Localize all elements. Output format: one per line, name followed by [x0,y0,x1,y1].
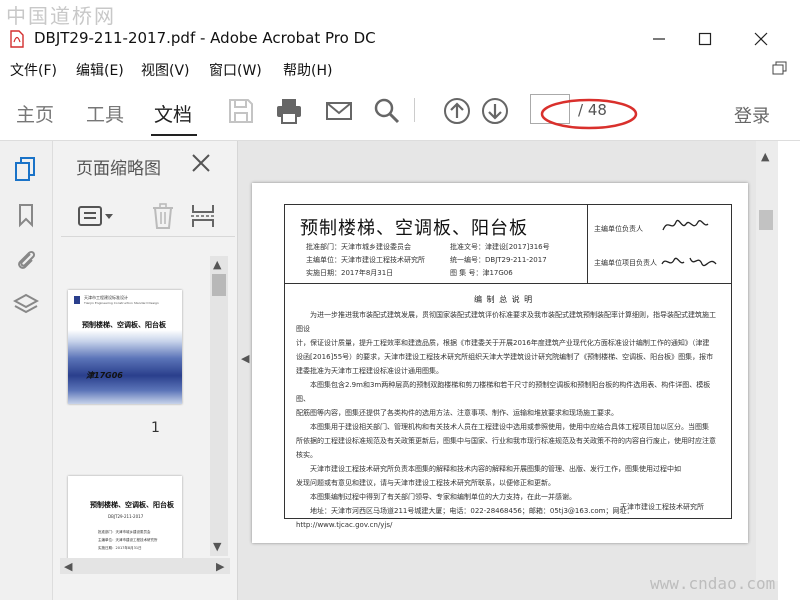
menu-window[interactable]: 窗口(W) [209,60,262,80]
close-icon [754,32,768,46]
paragraph-line: 为进一步推进我市装配式建筑发展，贯彻国家装配式建筑评价标准要求及我市装配式建筑预… [296,311,716,333]
print-icon[interactable] [274,96,304,126]
tab-tools[interactable]: 工具 [86,100,124,127]
page-up-icon[interactable] [442,96,472,126]
meta-atlas-no: 图 集 号：津17G06 [450,269,513,277]
scroll-left-arrow-icon[interactable]: ◀ [64,560,72,573]
cover-code: 津17G06 [86,371,123,380]
thumb2-line: 批准部门：天津市城乡建设委员会 [98,530,151,534]
scroll-up-arrow-icon[interactable]: ▲ [213,258,221,271]
paragraph-line: 核实。 [296,451,317,459]
meta-effective-date: 实施日期：2017年8月31日 [306,269,394,277]
thumbnail-page-label: 1 [151,420,160,436]
tab-document[interactable]: 文档 [154,100,192,127]
thumbnail-scroll-thumb[interactable] [212,274,226,296]
handwritten-signature-2 [661,257,717,267]
crop-page-icon[interactable] [190,202,216,230]
handwritten-signature-1 [662,219,709,231]
page-thumbnail-1[interactable]: 天津市工程建设标准设计 Tianjin Engineering Construc… [68,290,182,404]
layers-icon[interactable] [13,292,39,318]
minimize-button[interactable] [636,22,682,56]
paragraph-line: 设函[2016]55号）的要求，天津市建设工程技术研究所组织天津大学建筑设计研究… [296,353,714,361]
page-thumbnails-icon[interactable] [13,156,39,182]
thumb2-line: 实施日期：2017年8月31日 [98,546,142,550]
page-thumbnail-2[interactable]: 预制楼梯、空调板、阳台板 DBJT29-211-2017 批准部门：天津市城乡建… [68,476,182,564]
section-title: 编 制 总 说 明 [474,295,534,304]
active-tab-indicator [151,134,197,136]
meta-unified-no: 统一编号：DBJT29-211-2017 [450,256,547,264]
thumbnail-scrollbar[interactable] [210,256,228,556]
document-scroll-thumb[interactable] [759,210,773,230]
thumb2-code: DBJT29-211-2017 [108,514,144,519]
header-vertical-divider [587,204,588,284]
tab-home[interactable]: 主页 [16,100,54,127]
paragraph-line: 配筋图等内容，图集还提供了各类构件的选用方法、注意事项、制作、运输和堆放要求和现… [296,409,618,417]
paragraph-line: 本图集包含2.9m和3m两种层高的预制双跑楼梯和剪刀楼梯和若干尺寸的预制空调板和… [296,381,711,403]
maximize-button[interactable] [682,22,728,56]
highlight-annotation [540,98,638,130]
save-icon[interactable] [226,96,256,126]
page-down-icon[interactable] [480,96,510,126]
watermark-bottom: www.cndao.com [650,574,776,593]
search-icon[interactable] [372,96,402,126]
login-button[interactable]: 登录 [734,102,770,128]
cover-logo [74,296,80,304]
cover-title: 预制楼梯、空调板、阳台板 [82,321,166,329]
paragraph-line: 发现问题或有意见和建议，请与天津市建设工程技术研究所联系，以便修正和更新。 [296,479,555,487]
cover-gradient [68,290,182,404]
document-title: 预制楼梯、空调板、阳台板 [300,218,528,239]
window-title: DBJT29-211-2017.pdf - Adobe Acrobat Pro … [34,29,376,47]
panel-separator [61,236,235,237]
menu-edit[interactable]: 编辑(E) [76,60,124,80]
document-scrollbar[interactable] [756,141,778,581]
doc-scroll-up-arrow-icon[interactable]: ▲ [761,150,769,163]
close-window-button[interactable] [738,22,784,56]
panel-title: 页面缩略图 [76,159,161,179]
toolbar-separator [414,98,415,122]
meta-approving-dept: 批准部门：天津市城乡建设委员会 [306,243,411,251]
description-body: 为进一步推进我市装配式建筑发展，贯彻国家装配式建筑评价标准要求及我市装配式建筑预… [296,308,722,532]
minimize-icon [653,38,665,40]
paragraph-line: 天津市建设工程技术研究所负责本图集的解释和技术内容的解释和开展图集的管理、出版、… [310,465,681,473]
paragraph-line: 本图集用于建设相关部门、管理机构和有关技术人员在工程建设中选用或参照使用，使用中… [310,423,709,431]
menu-view[interactable]: 视图(V) [141,60,190,80]
thumbnail-options-icon[interactable] [78,204,118,230]
menu-file[interactable]: 文件(F) [10,60,57,80]
meta-editor-unit: 主编单位：天津市建设工程技术研究所 [306,256,425,264]
collapse-left-arrow-icon[interactable]: ◀ [241,352,249,365]
meta-approval-no: 批准文号：津建设[2017]316号 [450,243,550,251]
bookmark-icon[interactable] [13,202,39,228]
pdf-app-icon [10,30,24,48]
menu-help[interactable]: 帮助(H) [283,60,332,80]
sign-label-lead: 主编单位负责人 [594,225,643,233]
email-icon[interactable] [324,96,354,126]
maximize-icon [698,32,712,46]
thumb2-title: 预制楼梯、空调板、阳台板 [90,501,174,509]
footer-org: 天津市建设工程技术研究所 [620,503,704,511]
attachment-icon[interactable] [13,246,39,272]
paragraph-line: 建委批准为天津市工程建设标准设计通用图集。 [296,367,443,375]
scroll-down-arrow-icon[interactable]: ▼ [213,540,221,553]
watermark-top: 中国道桥网 [6,4,116,28]
close-panel-icon[interactable] [190,152,212,174]
thumb2-line: 主编单位：天津市建设工程技术研究所 [98,538,158,542]
paragraph-line: 所依据的工程建设标准规范及有关政策更新后，图集中与国家、行业和我市现行标准规范及… [296,437,716,445]
restore-view-icon[interactable] [770,60,790,78]
thumbnail-horizontal-scrollbar[interactable] [60,558,230,574]
paragraph-line: 计，保证设计质量，提升工程效率和建造品质，根据《市建委关于开展2016年度建筑产… [296,339,710,347]
header-divider [284,283,732,284]
cover-header-line: Tianjin Engineering Construction Standar… [84,301,159,305]
delete-page-icon[interactable] [150,202,176,230]
sign-label-project-lead: 主编单位项目负责人 [594,259,657,267]
scroll-right-arrow-icon[interactable]: ▶ [216,560,224,573]
